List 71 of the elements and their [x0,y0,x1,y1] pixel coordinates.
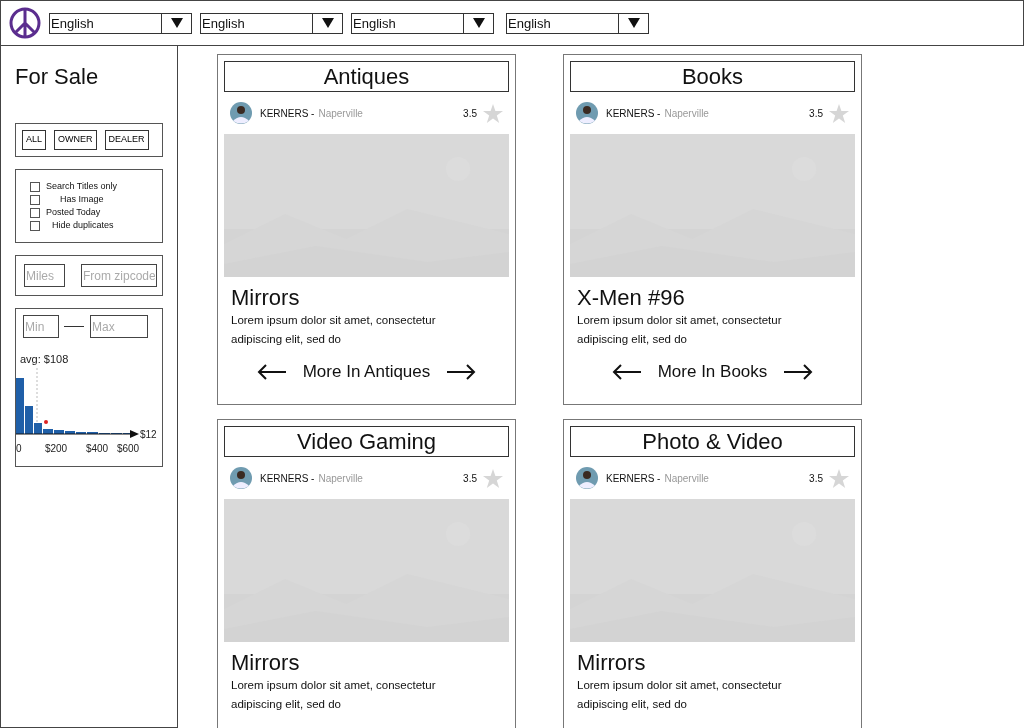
language-select[interactable]: English [200,12,343,34]
avatar [576,102,598,124]
seller-type-button[interactable]: ALL [22,130,46,150]
avatar [230,467,252,489]
right-arrow-icon[interactable] [783,363,814,380]
category-title: Photo & Video [570,426,855,457]
item-description: Lorem ipsum dolor sit amet, consectetur adipiscing elit, sed do [577,678,783,712]
axis-tick-label: $200 [44,443,68,454]
peace-logo[interactable] [9,7,41,39]
category-title: Books [570,61,855,92]
max-price-field[interactable]: Max [90,315,148,338]
checkbox[interactable] [30,181,40,192]
language-select[interactable]: English [49,12,192,34]
seller-name: KERNERS - [260,471,315,486]
seller-location: Naperville [664,106,709,121]
seller-name: KERNERS - [606,106,661,121]
min-price-field[interactable]: Min [23,315,59,338]
checkbox-label: Hide duplicates [52,219,114,232]
right-arrow-icon[interactable] [446,363,477,380]
item-title: Mirrors [577,650,647,676]
left-arrow-icon[interactable] [611,363,642,380]
rating-value: 3.5 [463,106,477,121]
item-description: Lorem ipsum dolor sit amet, consectetur adipiscing elit, sed do [231,678,437,712]
caret-icon [321,18,334,28]
axis-tick-label: $600 [116,443,140,454]
more-link[interactable]: More In Books [657,359,768,385]
seller-type-button[interactable]: DEALER [104,130,149,150]
axis-tick-label: $400 [85,443,109,454]
checkbox-label: Posted Today [46,206,101,219]
average-label: avg: $108 [20,353,69,365]
price-marker [44,420,48,424]
miles-field[interactable]: Miles [24,264,65,287]
checkbox-label: Search Titles only [46,180,118,193]
caret-icon [170,18,183,28]
checkbox-label: Has Image [60,193,104,206]
checkbox[interactable] [30,207,40,218]
star-icon [483,103,503,123]
seller-name: KERNERS - [260,106,315,121]
star-icon [829,103,849,123]
item-title: X-Men #96 [577,285,686,311]
zipcode-field[interactable]: From zipcode [81,264,157,287]
seller-location: Naperville [318,106,363,121]
language-select[interactable]: English [506,12,649,34]
checkbox[interactable] [30,194,40,205]
seller-name: KERNERS - [606,471,661,486]
range-dash [64,326,84,327]
avatar [576,467,598,489]
seller-location: Naperville [318,471,363,486]
star-icon [829,468,849,488]
language-select[interactable]: English [351,12,494,34]
category-title: Video Gaming [224,426,509,457]
axis-end-label: $12 [140,429,157,440]
more-link[interactable]: More In Antiques [302,359,431,385]
seller-location: Naperville [664,471,709,486]
rating-value: 3.5 [463,471,477,486]
category-title: Antiques [224,61,509,92]
caret-icon [472,18,485,28]
checkbox[interactable] [30,220,40,231]
avatar [230,102,252,124]
rating-value: 3.5 [809,106,823,121]
rating-value: 3.5 [809,471,823,486]
axis-tick-label: 0 [16,443,22,454]
item-description: Lorem ipsum dolor sit amet, consectetur adipiscing elit, sed do [577,313,783,347]
item-title: Mirrors [231,650,301,676]
caret-icon [627,18,640,28]
seller-type-button[interactable]: OWNER [54,130,97,150]
sidebar-title: For Sale [15,63,100,91]
item-description: Lorem ipsum dolor sit amet, consectetur adipiscing elit, sed do [231,313,437,347]
star-icon [483,468,503,488]
left-arrow-icon[interactable] [256,363,287,380]
item-title: Mirrors [231,285,301,311]
